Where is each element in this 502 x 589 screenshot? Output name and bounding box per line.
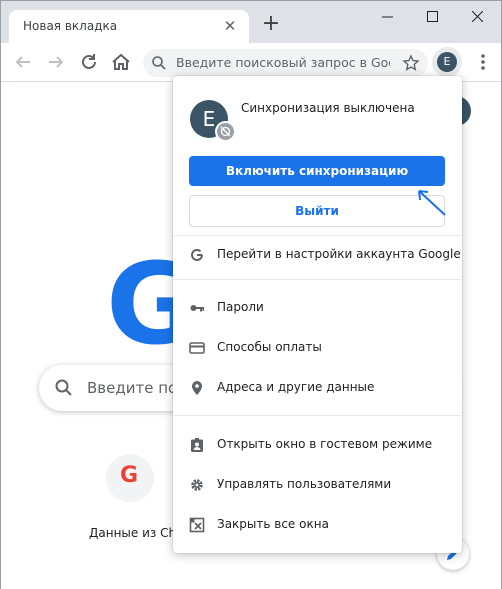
profile-avatar: E xyxy=(437,52,457,72)
tab-title: Новая вкладка xyxy=(23,19,118,33)
home-button[interactable] xyxy=(109,50,133,74)
menu-item-google-account[interactable]: Перейти в настройки аккаунта Google xyxy=(173,238,462,272)
address-bar-placeholder: Введите поисковый запрос в Google или UR… xyxy=(176,55,390,70)
sync-off-badge xyxy=(215,121,236,142)
google-g-icon: G xyxy=(120,463,139,488)
gear-icon xyxy=(191,479,203,491)
guest-badge-icon xyxy=(191,438,203,452)
menu-item-label: Управлять пользователями xyxy=(217,477,392,491)
menu-divider xyxy=(173,235,462,236)
key-icon xyxy=(190,305,204,312)
maximize-button[interactable] xyxy=(410,1,455,31)
search-icon xyxy=(152,56,166,70)
menu-item-label: Пароли xyxy=(217,300,264,314)
annotation-arrow-icon xyxy=(418,190,446,216)
menu-item-addresses[interactable]: Адреса и другие данные xyxy=(173,371,462,405)
location-pin-icon xyxy=(192,381,202,395)
menu-item-close-all-windows[interactable]: Закрыть все окна xyxy=(173,508,462,542)
bookmark-star-icon[interactable] xyxy=(402,54,420,72)
more-vert-icon xyxy=(481,54,485,70)
close-window-button[interactable] xyxy=(455,1,500,31)
menu-item-label: Закрыть все окна xyxy=(217,517,329,531)
address-bar[interactable]: Введите поисковый запрос в Google или UR… xyxy=(143,49,428,77)
forward-arrow-icon xyxy=(49,56,64,68)
menu-divider xyxy=(173,415,462,416)
reload-button[interactable] xyxy=(77,50,101,74)
browser-window: Новая вкладка ✕ + Введите поисковый запр… xyxy=(0,0,502,589)
profile-button[interactable]: E xyxy=(432,47,462,77)
profile-menu: E Синхронизация выключена Включить синхр… xyxy=(173,76,462,553)
google-g-icon xyxy=(191,248,203,261)
forward-button[interactable] xyxy=(44,50,68,74)
sign-out-button[interactable]: Выйти xyxy=(189,195,445,227)
menu-item-label: Открыть окно в гостевом режиме xyxy=(217,437,433,451)
title-bar: Новая вкладка ✕ + xyxy=(1,1,501,43)
minimize-button[interactable] xyxy=(365,1,410,31)
menu-item-label: Способы оплаты xyxy=(217,340,322,354)
home-icon xyxy=(112,53,130,70)
menu-item-manage-users[interactable]: Управлять пользователями xyxy=(173,468,462,502)
credit-card-icon xyxy=(189,342,205,354)
shortcut-icon-circle: G xyxy=(106,454,154,502)
reload-icon xyxy=(82,54,96,69)
menu-item-passwords[interactable]: Пароли xyxy=(173,291,462,325)
enable-sync-button[interactable]: Включить синхронизацию xyxy=(189,156,445,186)
back-arrow-icon xyxy=(15,56,30,68)
tab-close-icon[interactable]: ✕ xyxy=(219,15,241,37)
sync-off-icon xyxy=(220,126,231,137)
minimize-icon xyxy=(382,16,393,18)
close-window-icon xyxy=(189,517,205,533)
chrome-menu-button[interactable] xyxy=(471,50,495,74)
new-tab-button[interactable]: + xyxy=(259,13,283,37)
sync-status-text: Синхронизация выключена xyxy=(241,101,415,115)
menu-divider xyxy=(173,279,462,280)
maximize-icon xyxy=(427,11,438,22)
tab-new-tab[interactable]: Новая вкладка ✕ xyxy=(9,10,249,43)
close-icon xyxy=(472,11,483,22)
menu-item-label: Перейти в настройки аккаунта Google xyxy=(217,247,461,261)
menu-item-guest-window[interactable]: Открыть окно в гостевом режиме xyxy=(173,428,462,462)
menu-item-payment-methods[interactable]: Способы оплаты xyxy=(173,331,462,365)
menu-item-label: Адреса и другие данные xyxy=(217,380,375,394)
search-icon xyxy=(55,379,72,396)
back-button[interactable] xyxy=(11,50,35,74)
